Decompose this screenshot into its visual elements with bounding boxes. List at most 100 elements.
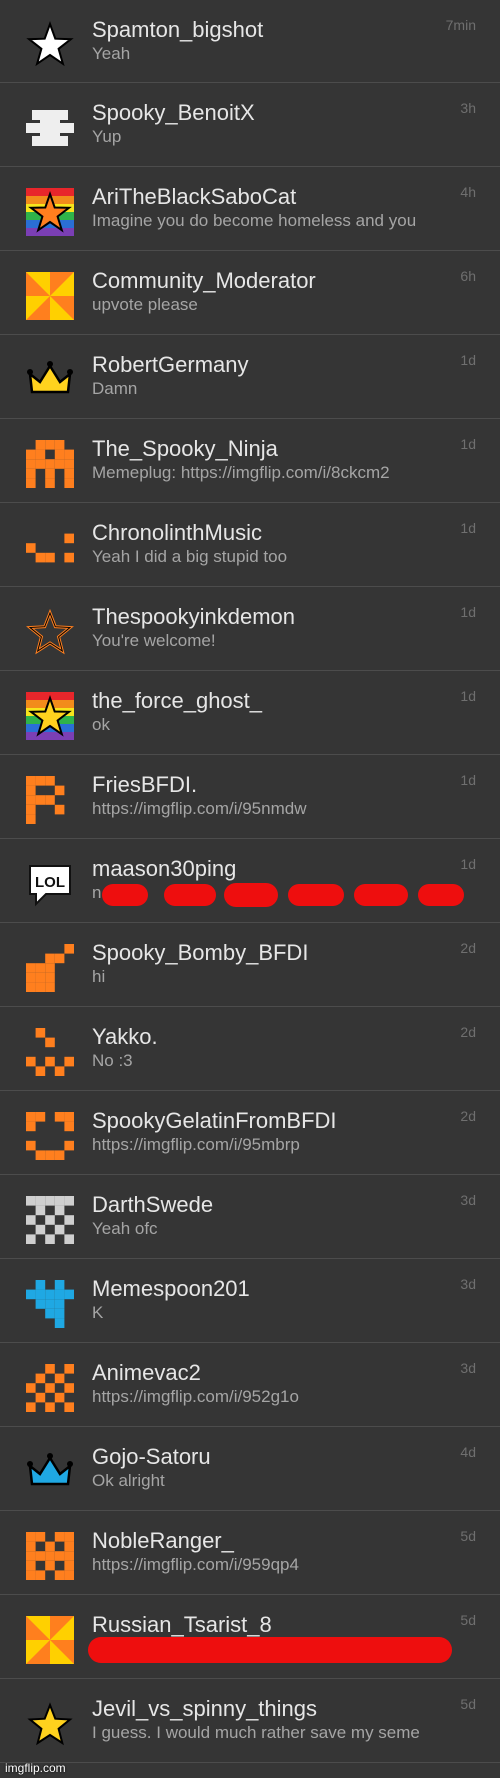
orange-pixel-f-icon	[26, 776, 74, 824]
rainbow-orange-star-icon	[26, 188, 74, 236]
orange-pixel-bomb-icon	[26, 944, 74, 992]
redaction-mark	[354, 884, 408, 906]
timestamp: 1d	[460, 772, 476, 788]
conversation-item[interactable]: DarthSwede Yeah ofc 3d	[0, 1175, 500, 1259]
message-preview: Damn	[92, 379, 138, 398]
username: Spooky_Bomby_BFDI	[92, 940, 309, 965]
message-preview: No :3	[92, 1051, 133, 1070]
redaction-mark	[164, 884, 216, 906]
conversation-item[interactable]: Russian_Tsarist_8 5d	[0, 1595, 500, 1679]
conversation-item[interactable]: AriTheBlackSaboCat Imagine you do become…	[0, 167, 500, 251]
message-preview: Imagine you do become homeless and you	[92, 211, 417, 230]
message-preview: K	[92, 1303, 104, 1322]
username: NobleRanger_	[92, 1528, 234, 1553]
username: Community_Moderator	[92, 268, 316, 293]
conversation-item[interactable]: Gojo-Satoru Ok alright 4d	[0, 1427, 500, 1511]
gold-star-icon	[26, 1700, 74, 1748]
orange-checker-icon	[26, 1364, 74, 1412]
timestamp: 1d	[460, 520, 476, 536]
timestamp: 1d	[460, 688, 476, 704]
message-preview: hi	[92, 967, 106, 986]
conversation-item[interactable]: ChronolinthMusic Yeah I did a big stupid…	[0, 503, 500, 587]
orange-pixel-h-icon	[26, 1532, 74, 1580]
timestamp: 3d	[460, 1276, 476, 1292]
conversation-item[interactable]: Community_Moderator upvote please 6h	[0, 251, 500, 335]
username: Spooky_BenoitX	[92, 100, 255, 125]
message-preview: ok	[92, 715, 110, 734]
conversation-item[interactable]: FriesBFDI. https://imgflip.com/i/95nmdw …	[0, 755, 500, 839]
username: FriesBFDI.	[92, 772, 198, 797]
timestamp: 3d	[460, 1360, 476, 1376]
message-preview: https://imgflip.com/i/95nmdw	[92, 799, 307, 818]
username: ChronolinthMusic	[92, 520, 262, 545]
conversation-item[interactable]: Animevac2 https://imgflip.com/i/952g1o 3…	[0, 1343, 500, 1427]
message-preview: Yup	[92, 127, 122, 146]
timestamp: 3d	[460, 1192, 476, 1208]
username: AriTheBlackSaboCat	[92, 184, 297, 209]
timestamp: 2d	[460, 940, 476, 956]
username: The_Spooky_Ninja	[92, 436, 278, 461]
message-preview: Yeah	[92, 44, 131, 63]
orange-pinwheel-icon	[26, 272, 74, 320]
conversation-item[interactable]: NobleRanger_ https://imgflip.com/i/959qp…	[0, 1511, 500, 1595]
message-preview: Yeah ofc	[92, 1219, 158, 1238]
conversation-item[interactable]: Memespoon201 K 3d	[0, 1259, 500, 1343]
blue-pixel-icon	[26, 1280, 74, 1328]
conversation-list: Spamton_bigshot Yeah 7min Spooky_BenoitX…	[0, 0, 500, 1763]
username: Russian_Tsarist_8	[92, 1612, 272, 1637]
timestamp: 1d	[460, 604, 476, 620]
lol-bubble-icon: LOL	[26, 860, 74, 908]
username: DarthSwede	[92, 1192, 214, 1217]
username: Animevac2	[92, 1360, 201, 1385]
username: Spamton_bigshot	[92, 17, 264, 42]
redaction-mark	[88, 1637, 452, 1663]
rainbow-gold-star-icon	[26, 692, 74, 740]
timestamp: 4d	[460, 1444, 476, 1460]
orange-star-outline-icon	[26, 608, 74, 656]
conversation-item[interactable]: Spooky_BenoitX Yup 3h	[0, 83, 500, 167]
username: Memespoon201	[92, 1276, 250, 1301]
timestamp: 5d	[460, 1528, 476, 1544]
username: maason30ping	[92, 856, 237, 881]
message-preview: https://imgflip.com/i/952g1o	[92, 1387, 299, 1406]
redaction-mark	[102, 884, 148, 906]
orange-pixel-dots-icon	[26, 524, 74, 572]
redaction-mark	[288, 884, 344, 906]
timestamp: 6h	[460, 268, 476, 284]
blue-crown-icon	[26, 1448, 74, 1496]
timestamp: 5d	[460, 1696, 476, 1712]
conversation-item[interactable]: Jevil_vs_spinny_things I guess. I would …	[0, 1679, 500, 1763]
conversation-item[interactable]: The_Spooky_Ninja Memeplug: https://imgfl…	[0, 419, 500, 503]
conversation-item[interactable]: Spamton_bigshot Yeah 7min	[0, 0, 500, 83]
conversation-item[interactable]: LOL maason30ping n 1d	[0, 839, 500, 923]
username: Yakko.	[92, 1024, 158, 1049]
conversation-item[interactable]: Yakko. No :3 2d	[0, 1007, 500, 1091]
conversation-item[interactable]: the_force_ghost_ ok 1d	[0, 671, 500, 755]
username: Gojo-Satoru	[92, 1444, 211, 1469]
conversation-item[interactable]: Spooky_Bomby_BFDI hi 2d	[0, 923, 500, 1007]
timestamp: 1d	[460, 856, 476, 872]
orange-pinwheel-icon	[26, 1616, 74, 1664]
gray-checker-icon	[26, 1196, 74, 1244]
timestamp: 1d	[460, 352, 476, 368]
redaction-mark	[418, 884, 464, 906]
timestamp: 3h	[460, 100, 476, 116]
imgflip-watermark: imgflip.com	[5, 1761, 66, 1775]
username: the_force_ghost_	[92, 688, 263, 713]
svg-text:LOL: LOL	[35, 874, 65, 891]
conversation-item[interactable]: SpookyGelatinFromBFDI https://imgflip.co…	[0, 1091, 500, 1175]
message-preview: Ok alright	[92, 1471, 165, 1490]
timestamp: 4h	[460, 184, 476, 200]
conversation-item[interactable]: RobertGermany Damn 1d	[0, 335, 500, 419]
timestamp: 1d	[460, 436, 476, 452]
message-preview: Yeah I did a big stupid too	[92, 547, 288, 566]
message-preview: Memeplug: https://imgflip.com/i/8ckcm2	[92, 463, 390, 482]
message-preview: https://imgflip.com/i/95mbrp	[92, 1135, 300, 1154]
conversation-item[interactable]: Thespookyinkdemon You're welcome! 1d	[0, 587, 500, 671]
message-preview: upvote please	[92, 295, 198, 314]
white-bars-icon	[26, 104, 74, 152]
timestamp: 2d	[460, 1108, 476, 1124]
timestamp: 5d	[460, 1612, 476, 1628]
gold-crown-icon	[26, 356, 74, 404]
message-preview: https://imgflip.com/i/959qp4	[92, 1555, 299, 1574]
